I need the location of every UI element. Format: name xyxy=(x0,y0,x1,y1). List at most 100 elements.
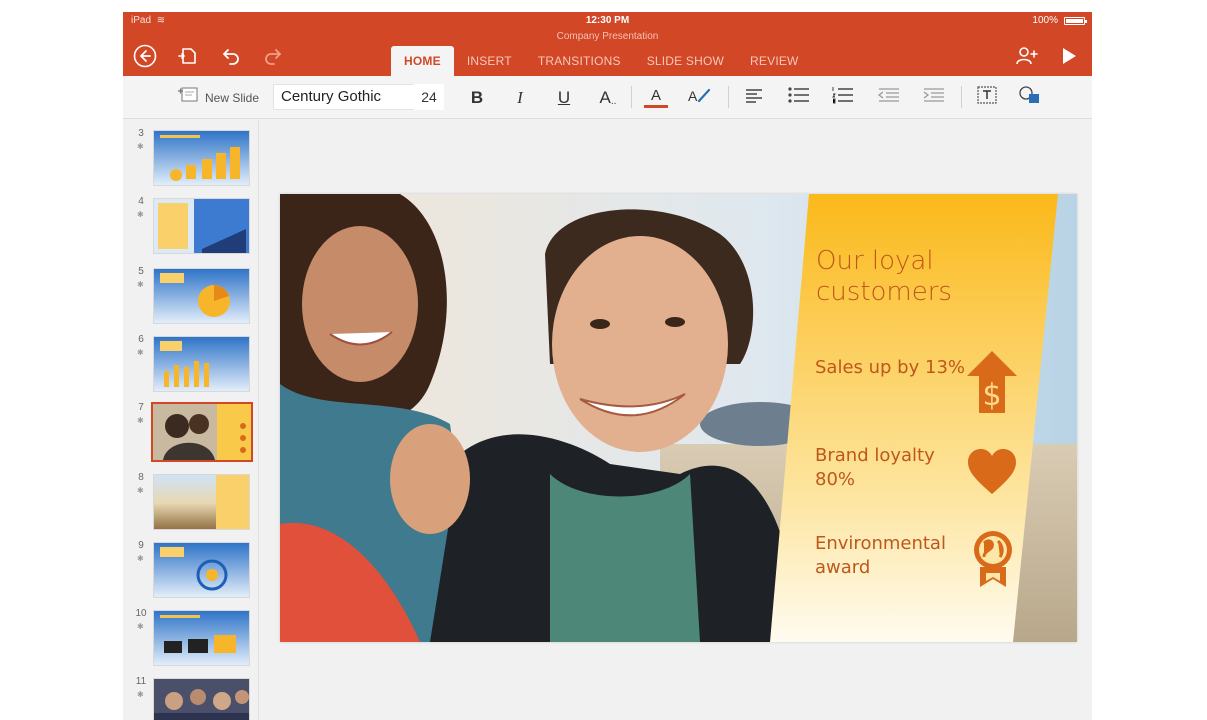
slide-thumbnail[interactable]: 3 ✱ xyxy=(123,128,259,188)
play-icon[interactable] xyxy=(1055,42,1083,70)
underline-label: U xyxy=(557,87,571,107)
app-window: iPad ≋ 12:30 PM 100% Company Presentatio… xyxy=(123,12,1092,720)
slide-number: 3 xyxy=(138,128,144,139)
ribbon-divider xyxy=(961,86,962,108)
slide-number: 6 xyxy=(138,334,144,345)
slide-thumbnail-image xyxy=(153,336,250,392)
stat-environmental-award: Environmental award xyxy=(815,533,946,578)
slide-star-icon: ✱ xyxy=(137,486,144,495)
font-color-label: A xyxy=(650,86,661,104)
slide-thumbnail-image xyxy=(153,542,250,598)
tab-insert[interactable]: INSERT xyxy=(454,46,525,76)
slide-thumbnail[interactable]: 11 ✱ xyxy=(123,676,259,720)
slide-star-icon: ✱ xyxy=(137,142,144,151)
slide-thumbnail[interactable]: 4 ✱ xyxy=(123,196,259,256)
battery-icon xyxy=(1064,17,1087,25)
shapes-button[interactable] xyxy=(1016,76,1044,119)
slide-thumbnail-image xyxy=(153,610,250,666)
slide-number: 9 xyxy=(138,540,144,551)
slide-number: 8 xyxy=(138,472,144,483)
italic-button[interactable]: I xyxy=(506,76,534,119)
new-slide-label: New Slide xyxy=(204,90,260,105)
bold-label: B xyxy=(470,87,484,107)
font-color-button[interactable]: A xyxy=(641,76,671,119)
slide-thumbnail[interactable]: 6 ✱ xyxy=(123,334,259,394)
decrease-indent-button[interactable] xyxy=(875,76,903,119)
increase-indent-icon xyxy=(922,87,946,108)
tab-review[interactable]: REVIEW xyxy=(737,46,812,76)
decrease-indent-icon xyxy=(877,87,901,108)
slide-star-icon: ✱ xyxy=(137,280,144,289)
italic-label: I xyxy=(517,87,523,107)
slide-star-icon: ✱ xyxy=(137,622,144,631)
ribbon-divider xyxy=(728,86,729,108)
increase-indent-button[interactable] xyxy=(920,76,948,119)
slide-star-icon: ✱ xyxy=(137,690,144,699)
underline-button[interactable]: U xyxy=(550,76,578,119)
font-style-label: A xyxy=(599,87,611,107)
title-bar: iPad ≋ 12:30 PM 100% Company Presentatio… xyxy=(123,12,1092,76)
format-painter-button[interactable]: A xyxy=(685,76,715,119)
heart-icon xyxy=(966,448,1018,501)
back-arrow-icon[interactable] xyxy=(131,42,159,70)
text-box-button[interactable] xyxy=(973,76,1001,119)
slide-thumbnail[interactable]: 5 ✱ xyxy=(123,266,259,326)
bullets-button[interactable] xyxy=(785,76,813,119)
align-left-icon xyxy=(744,87,764,108)
shapes-icon xyxy=(1018,85,1042,110)
slide-heading: Our loyal customers xyxy=(816,246,952,307)
new-slide-icon xyxy=(177,86,199,109)
globe-award-icon xyxy=(972,529,1014,594)
status-time: 12:30 PM xyxy=(585,15,630,26)
slide-thumbnail-selected[interactable]: 7 ✱ xyxy=(123,402,259,462)
tab-transitions[interactable]: TRANSITIONS xyxy=(525,46,634,76)
slide-number: 4 xyxy=(138,196,144,207)
file-save-icon[interactable] xyxy=(173,42,201,70)
slide-number: 11 xyxy=(135,676,147,687)
new-slide-button[interactable]: New Slide xyxy=(173,76,263,119)
ribbon-tabs: HOME INSERT TRANSITIONS SLIDE SHOW REVIE… xyxy=(391,46,812,76)
slide-thumbnail-image xyxy=(151,402,253,462)
battery-percent: 100% xyxy=(1032,15,1058,26)
undo-icon[interactable] xyxy=(217,42,245,70)
current-slide[interactable]: Our loyal customers Sales up by 13% $ Br… xyxy=(280,194,1077,642)
slide-thumbnail-image xyxy=(153,198,250,254)
font-size-field[interactable]: 24 xyxy=(414,84,444,110)
slide-thumbnail-image xyxy=(153,268,250,324)
document-title: Company Presentation xyxy=(556,31,659,42)
text-box-icon xyxy=(976,85,998,110)
slide-thumbnails-pane: 3 ✱ 4 ✱ 5 ✱ 6 ✱ 7 ✱ 8 ✱ 9 ✱ 10 ✱ 11 ✱ xyxy=(123,120,259,720)
slide-thumbnail-image xyxy=(153,678,250,720)
slide-thumbnail-image xyxy=(153,130,250,186)
slide-star-icon: ✱ xyxy=(137,210,144,219)
slide-star-icon: ✱ xyxy=(137,416,144,425)
battery-fill xyxy=(1066,19,1083,23)
svg-text:A: A xyxy=(688,88,698,104)
add-person-icon[interactable] xyxy=(1013,42,1041,70)
dollar-up-arrow-icon: $ xyxy=(965,349,1019,420)
tab-home[interactable]: HOME xyxy=(391,46,454,76)
svg-text:$: $ xyxy=(982,378,1001,413)
slide-thumbnail[interactable]: 9 ✱ xyxy=(123,540,259,600)
bold-button[interactable]: B xyxy=(463,76,491,119)
ribbon-divider xyxy=(631,86,632,108)
font-style-button[interactable]: A .. xyxy=(593,76,623,119)
bullet-list-icon xyxy=(787,86,811,109)
align-left-button[interactable] xyxy=(740,76,768,119)
slide-thumbnail[interactable]: 8 ✱ xyxy=(123,472,259,532)
format-painter-icon: A xyxy=(687,86,713,109)
font-color-swatch xyxy=(644,104,668,108)
slide-thumbnail-image xyxy=(153,474,250,530)
more-dots-icon: .. xyxy=(610,96,617,107)
slide-star-icon: ✱ xyxy=(137,554,144,563)
slide-number: 7 xyxy=(138,402,144,413)
tab-slide-show[interactable]: SLIDE SHOW xyxy=(634,46,737,76)
numbering-button[interactable] xyxy=(829,76,857,119)
stat-brand-loyalty: Brand loyalty 80% xyxy=(815,445,935,490)
numbered-list-icon xyxy=(831,86,855,109)
slide-number: 5 xyxy=(138,266,144,277)
slide-number: 10 xyxy=(135,608,147,619)
ribbon-home: New Slide Century Gothic 24 B I U A .. A… xyxy=(123,76,1092,119)
redo-icon[interactable] xyxy=(259,42,287,70)
slide-thumbnail[interactable]: 10 ✱ xyxy=(123,608,259,668)
